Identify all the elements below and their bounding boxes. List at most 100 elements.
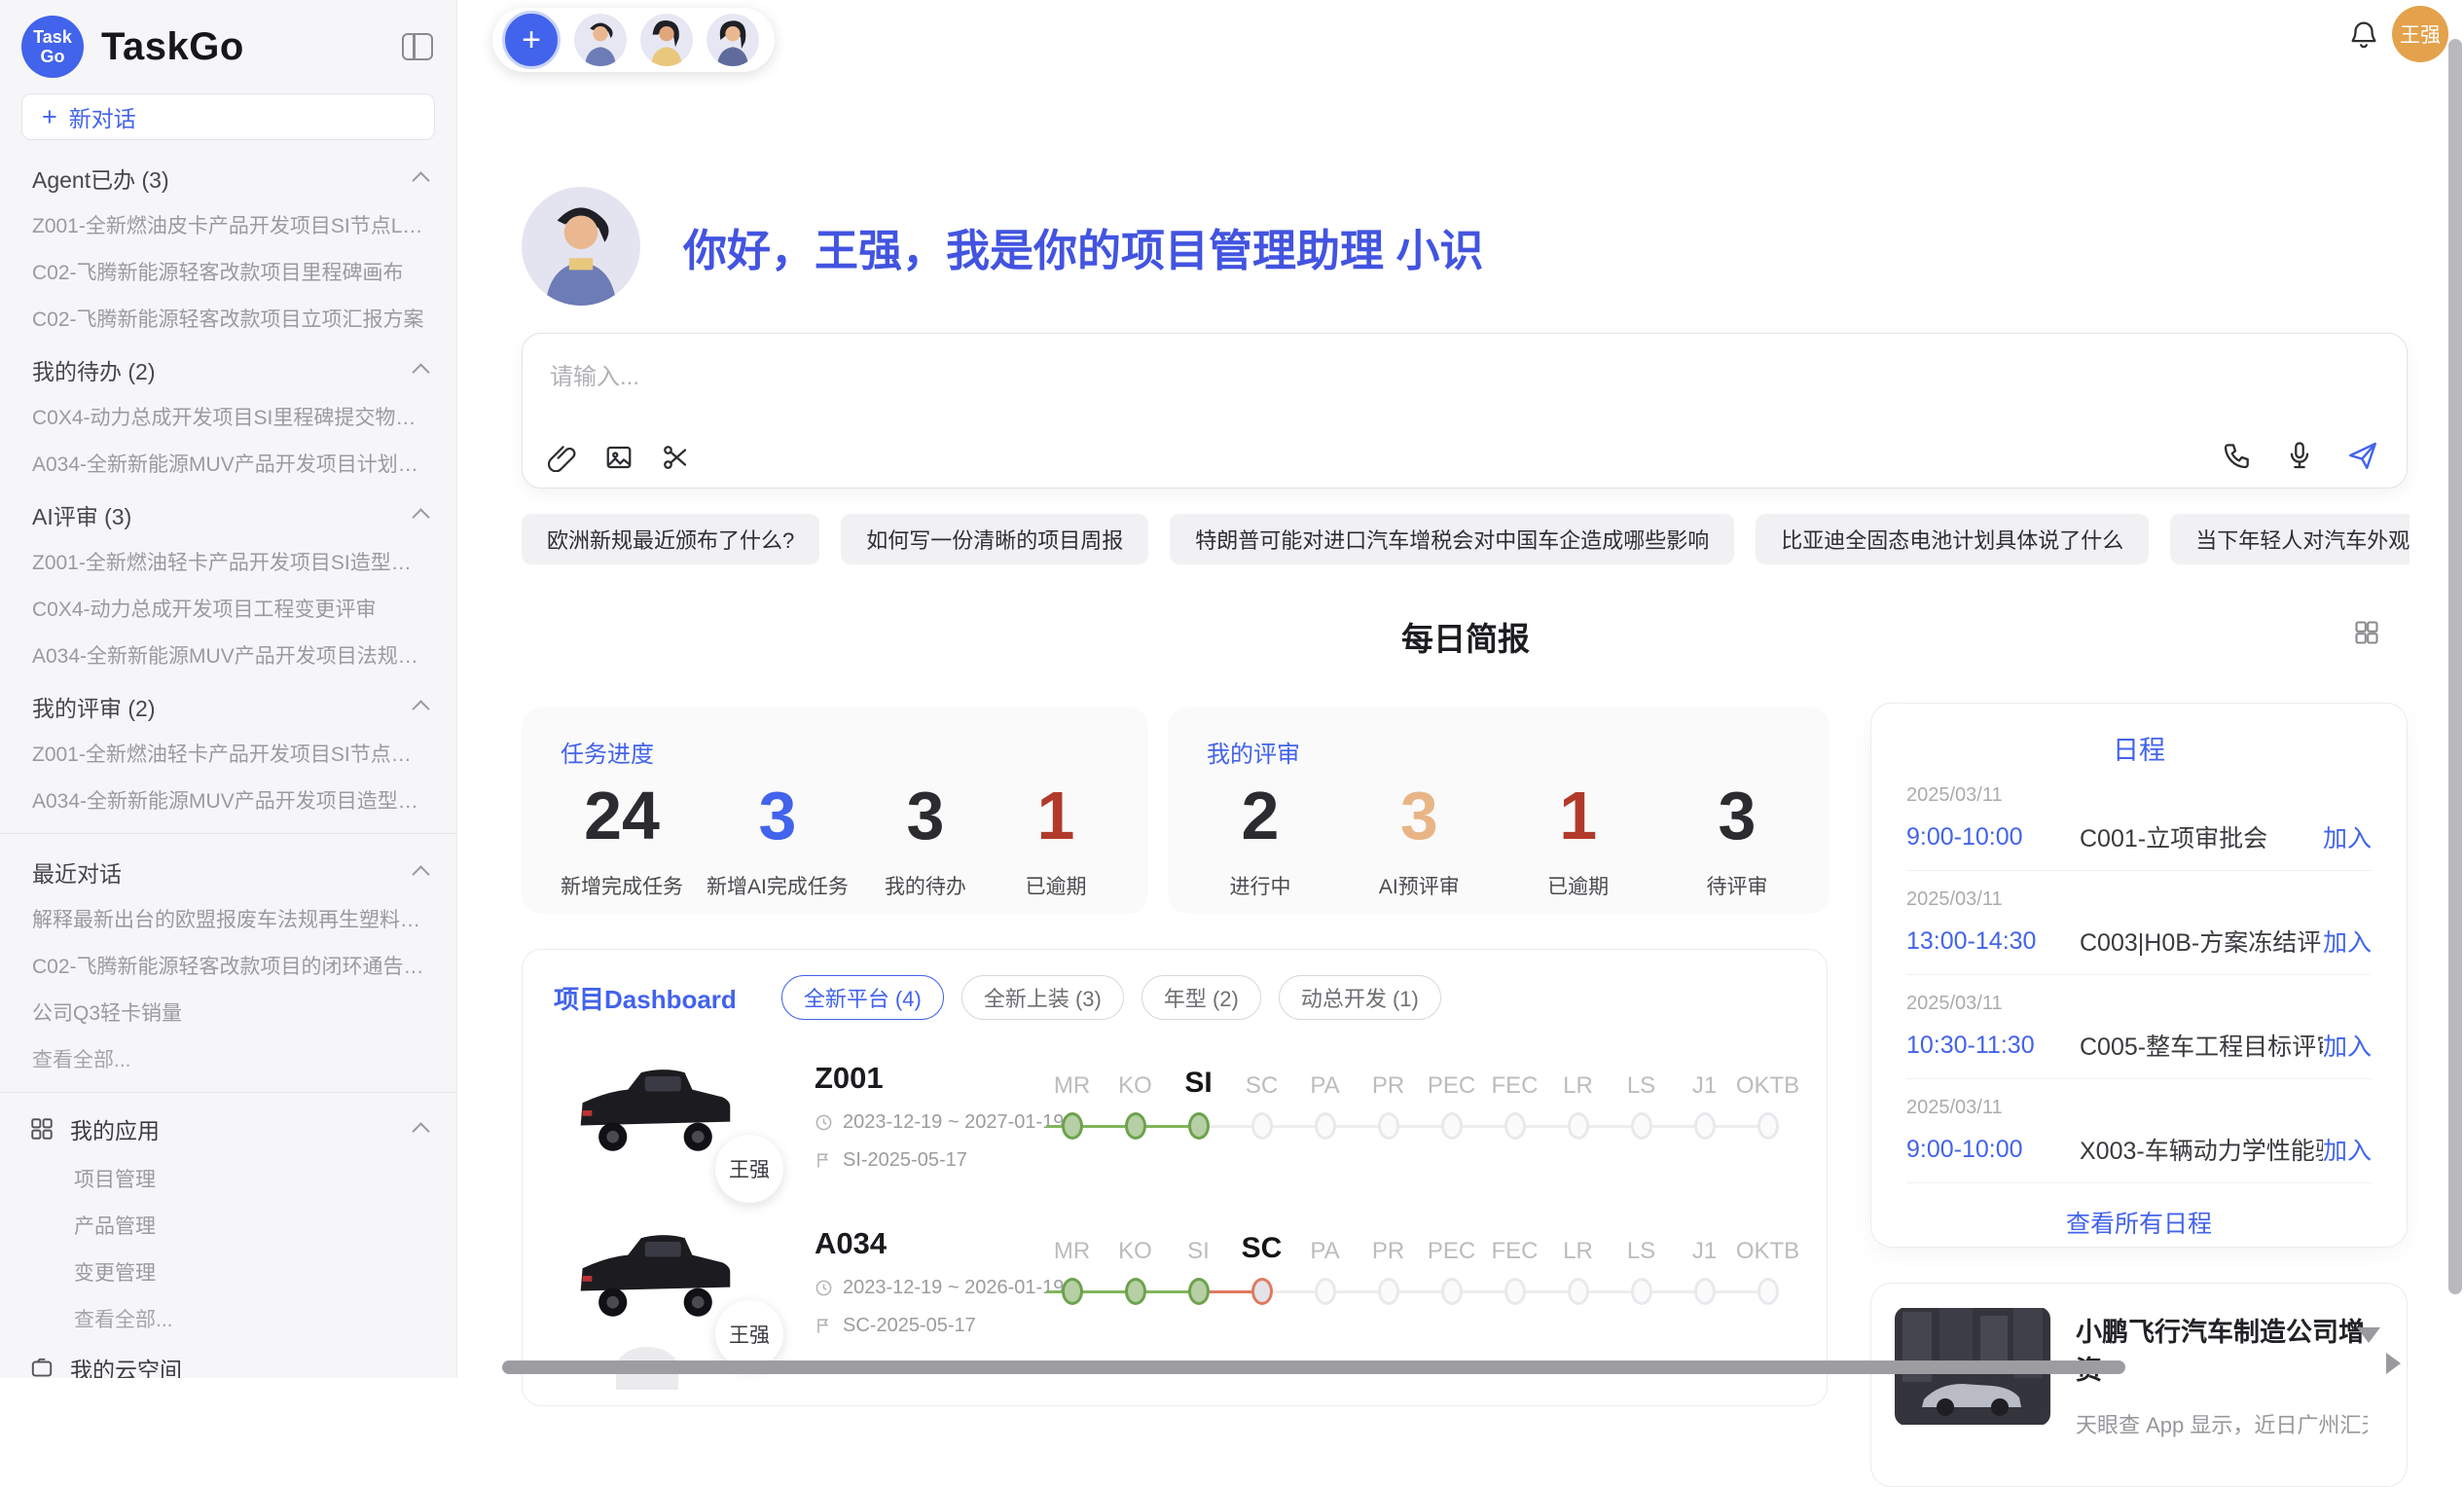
- paperclip-icon[interactable]: [548, 443, 577, 472]
- list-item[interactable]: 公司Q3轻卡销量: [0, 989, 456, 1035]
- project-code: A034: [815, 1226, 1040, 1261]
- session-switcher: +: [492, 8, 775, 72]
- stat-overdue: 1 已逾期: [1525, 777, 1632, 900]
- list-item[interactable]: C0X4-动力总成开发项目工程变更评审: [0, 585, 456, 632]
- suggestion-chip[interactable]: 当下年轻人对汽车外观有怎样的喜好趋势: [2170, 514, 2410, 564]
- filter-pill[interactable]: 动总开发 (1): [1279, 975, 1441, 1020]
- milestone-dot: [1378, 1278, 1399, 1305]
- truck-image: [569, 1222, 740, 1327]
- suggestion-chip[interactable]: 如何写一份清晰的项目周报: [841, 514, 1148, 564]
- stat-value: 24: [561, 777, 683, 855]
- suggestion-chip[interactable]: 特朗普可能对进口汽车增税会对中国车企造成哪些影响: [1170, 514, 1734, 564]
- stat-value: 1: [1525, 777, 1632, 855]
- flag-icon: [815, 1317, 833, 1335]
- schedule-date: 2025/03/11: [1906, 889, 2372, 911]
- add-session-button[interactable]: +: [502, 11, 561, 69]
- stat-my-todo: 3 我的待办: [872, 777, 979, 900]
- join-button[interactable]: 加入: [2323, 1028, 2372, 1063]
- layout-grid-icon[interactable]: [2353, 619, 2380, 646]
- schedule-name: C003|H0B-方案冻结评审: [2080, 924, 2323, 959]
- send-icon[interactable]: [2346, 439, 2379, 472]
- recent-view-all[interactable]: 查看全部...: [0, 1035, 456, 1082]
- list-item[interactable]: C02-飞腾新能源轻客改款项目的闭环通告反馈情况: [0, 942, 456, 989]
- list-item[interactable]: A034-全新新能源MUV产品开发项目计划变更表编写: [0, 440, 456, 487]
- schedule-time: 10:30-11:30: [1906, 1032, 2080, 1060]
- section-my-todo[interactable]: 我的待办 (2): [0, 342, 456, 393]
- apps-view-all[interactable]: 查看全部...: [0, 1295, 456, 1342]
- avatar[interactable]: [707, 14, 759, 66]
- plus-icon: +: [42, 104, 57, 130]
- list-item[interactable]: C02-飞腾新能源轻客改款项目立项汇报方案: [0, 295, 456, 342]
- sidebar-item-project-mgmt[interactable]: 项目管理: [0, 1155, 456, 1202]
- list-item[interactable]: A034-全新新能源MUV产品开发项目法规符合性评审: [0, 632, 456, 678]
- schedule-date: 2025/03/11: [1906, 1097, 2372, 1119]
- scroll-down-arrow[interactable]: [2357, 1327, 2380, 1343]
- sidebar-item-product-mgmt[interactable]: 产品管理: [0, 1202, 456, 1249]
- sidebar-item-my-apps[interactable]: 我的应用: [0, 1103, 456, 1155]
- stat-value: 3: [1365, 777, 1472, 855]
- schedule-item: 2025/03/11 10:30-11:30 C005-整车工程目标评审 加入: [1906, 975, 2372, 1079]
- milestone-track: MR KO SI SC PA PR PEC FEC LR LS J1 OKTB: [1040, 1224, 1799, 1305]
- avatar[interactable]: [574, 14, 627, 66]
- suggestion-chip[interactable]: 比亚迪全固态电池计划具体说了什么: [1756, 514, 2149, 564]
- microphone-icon[interactable]: [2284, 440, 2315, 471]
- list-item[interactable]: C02-飞腾新能源轻客改款项目里程碑画布: [0, 248, 456, 295]
- sidebar-header: Task Go TaskGo: [0, 0, 456, 86]
- filter-pill[interactable]: 全新平台 (4): [781, 975, 944, 1020]
- schedule-date: 2025/03/11: [1906, 784, 2372, 807]
- list-item[interactable]: C0X4-动力总成开发项目SI里程碑提交物检查: [0, 393, 456, 440]
- notification-bell-icon[interactable]: [2347, 18, 2380, 51]
- stat-value: 3: [707, 777, 849, 855]
- milestone-dot: [1694, 1278, 1716, 1305]
- section-my-review[interactable]: 我的评审 (2): [0, 678, 456, 730]
- list-item[interactable]: Z001-全新燃油皮卡产品开发项目SI节点Lesson Learn报告: [0, 201, 456, 248]
- chevron-up-icon: [412, 171, 429, 189]
- my-apps-label: 我的应用: [70, 1112, 160, 1145]
- list-item[interactable]: A034-全新新能源MUV产品开发项目造型可行性评审: [0, 777, 456, 823]
- image-icon[interactable]: [604, 443, 634, 472]
- scroll-right-arrow[interactable]: [2386, 1353, 2401, 1374]
- list-item[interactable]: Z001-全新燃油轻卡产品开发项目SI节点属性5D文件评审: [0, 730, 456, 777]
- cloud-space-label: 我的云空间: [70, 1352, 182, 1378]
- sidebar-item-cloud-space[interactable]: 我的云空间: [0, 1342, 456, 1378]
- section-agent-done[interactable]: Agent已办 (3): [0, 150, 456, 201]
- user-avatar[interactable]: 王强: [2392, 6, 2448, 62]
- horizontal-scrollbar[interactable]: [502, 1360, 2125, 1374]
- news-title: 小鹏飞行汽车制造公司增资: [2076, 1311, 2383, 1387]
- project-row[interactable]: 王强 A034 2023-12-19 ~ 2026-01-19 SC-2025-…: [554, 1222, 1795, 1337]
- suggestion-chip[interactable]: 欧洲新规最近颁布了什么?: [522, 514, 819, 564]
- avatar[interactable]: [640, 14, 693, 66]
- milestone-dot: [1062, 1278, 1083, 1305]
- news-card[interactable]: 小鹏飞行汽车制造公司增资 天眼查 App 显示，近日广州汇天飞行汽...: [1870, 1283, 2408, 1487]
- vertical-scrollbar[interactable]: [2448, 39, 2462, 1294]
- section-label: AI评审 (3): [32, 498, 131, 531]
- sidebar-collapse-icon[interactable]: [402, 33, 433, 60]
- project-date-range: 2023-12-19 ~ 2027-01-19: [843, 1111, 1064, 1134]
- filter-pill[interactable]: 年型 (2): [1141, 975, 1261, 1020]
- scissors-icon[interactable]: [661, 443, 690, 472]
- project-date-range: 2023-12-19 ~ 2026-01-19: [843, 1277, 1064, 1299]
- view-all-schedule-link[interactable]: 查看所有日程: [1906, 1183, 2372, 1261]
- join-button[interactable]: 加入: [2323, 924, 2372, 959]
- section-recent-chats[interactable]: 最近对话: [0, 844, 456, 895]
- composer-actions: [2222, 439, 2379, 472]
- clock-icon: [815, 1279, 833, 1297]
- section-label: 最近对话: [32, 855, 122, 889]
- join-button[interactable]: 加入: [2323, 1132, 2372, 1167]
- schedule-name: C001-立项审批会: [2080, 819, 2323, 854]
- sidebar-item-change-mgmt[interactable]: 变更管理: [0, 1249, 456, 1295]
- new-chat-button[interactable]: + 新对话: [21, 93, 435, 140]
- stat-label: 已逾期: [1525, 871, 1632, 900]
- list-item[interactable]: 解释最新出台的欧盟报废车法规再生塑料比例被调至15%...: [0, 895, 456, 942]
- section-ai-review[interactable]: AI评审 (3): [0, 487, 456, 538]
- phone-icon[interactable]: [2222, 440, 2253, 471]
- app-title: TaskGo: [101, 25, 244, 69]
- stat-label: 待评审: [1684, 871, 1791, 900]
- project-row[interactable]: 王强 Z001 2023-12-19 ~ 2027-01-19 SI-2025-…: [554, 1057, 1795, 1172]
- milestone-dot: [1694, 1112, 1716, 1140]
- join-button[interactable]: 加入: [2323, 819, 2372, 854]
- milestone-dot: [1188, 1112, 1210, 1140]
- chat-input[interactable]: [548, 355, 2011, 417]
- filter-pill[interactable]: 全新上装 (3): [961, 975, 1124, 1020]
- list-item[interactable]: Z001-全新燃油轻卡产品开发项目SI造型提交物评审: [0, 538, 456, 585]
